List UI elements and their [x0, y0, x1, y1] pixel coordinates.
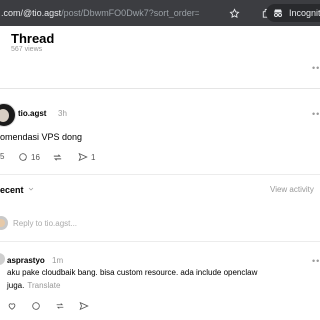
comment-time: 1m: [52, 256, 64, 265]
like-action[interactable]: 5: [0, 152, 4, 161]
address-bar[interactable]: .com/@tio.agst/post/DbwmFO0Dwk7?sort_ord…: [1, 8, 199, 18]
post-text: omendasi VPS dong: [0, 132, 83, 142]
post-more-icon[interactable]: •••: [312, 109, 320, 119]
share-icon[interactable]: [79, 301, 89, 311]
sort-label[interactable]: ecent: [0, 185, 24, 195]
repost-action[interactable]: [52, 152, 63, 163]
post-username[interactable]: tio.agst: [18, 109, 46, 118]
url-path: /post/DbwmFO0Dwk7?sort_order=...: [61, 8, 199, 18]
incognito-icon: [274, 9, 282, 17]
comment-count: 16: [31, 152, 40, 162]
comment-text-line1: aku pake cloudbaik bang. bisa custom res…: [7, 268, 258, 277]
view-activity-link[interactable]: View activity: [270, 185, 314, 194]
comment-text-line2-text: juga.: [7, 281, 25, 290]
comment-more-icon[interactable]: •••: [312, 256, 320, 266]
reply-input[interactable]: [10, 212, 300, 234]
post-time: 3h: [58, 109, 67, 118]
browser-toolbar: .com/@tio.agst/post/DbwmFO0Dwk7?sort_ord…: [0, 0, 320, 26]
avatar[interactable]: [0, 103, 16, 127]
incognito-badge[interactable]: Incognito: [266, 4, 320, 22]
views-count: 567 views: [11, 46, 43, 53]
page-title: Thread: [11, 31, 55, 46]
like-count: 5: [0, 152, 5, 161]
divider: [0, 88, 320, 89]
repost-icon[interactable]: [55, 301, 65, 311]
repost-icon: [53, 154, 62, 161]
like-icon[interactable]: [7, 301, 17, 311]
divider: [0, 241, 320, 242]
chevron-down-icon[interactable]: [27, 185, 35, 193]
avatar: [0, 216, 8, 230]
more-icon[interactable]: •••: [312, 63, 320, 73]
sort-row: ecent View activity: [0, 183, 320, 201]
incognito-label: Incognito: [289, 8, 320, 18]
comment-username[interactable]: asprastyo: [7, 256, 45, 265]
comment-action[interactable]: 16: [18, 152, 40, 162]
share-icon: [78, 152, 88, 162]
avatar[interactable]: [0, 253, 5, 265]
comment-icon: [19, 153, 27, 161]
star-icon[interactable]: [227, 6, 241, 20]
comment-text-line2: juga. Translate: [7, 281, 60, 290]
share-action[interactable]: 1: [78, 152, 95, 162]
share-count: 1: [91, 152, 96, 162]
comment-icon[interactable]: [31, 301, 41, 311]
comment-actions: [7, 301, 89, 311]
divider: [0, 174, 320, 175]
translate-link[interactable]: Translate: [27, 281, 60, 290]
url-host: .com/@tio.agst: [1, 8, 62, 18]
